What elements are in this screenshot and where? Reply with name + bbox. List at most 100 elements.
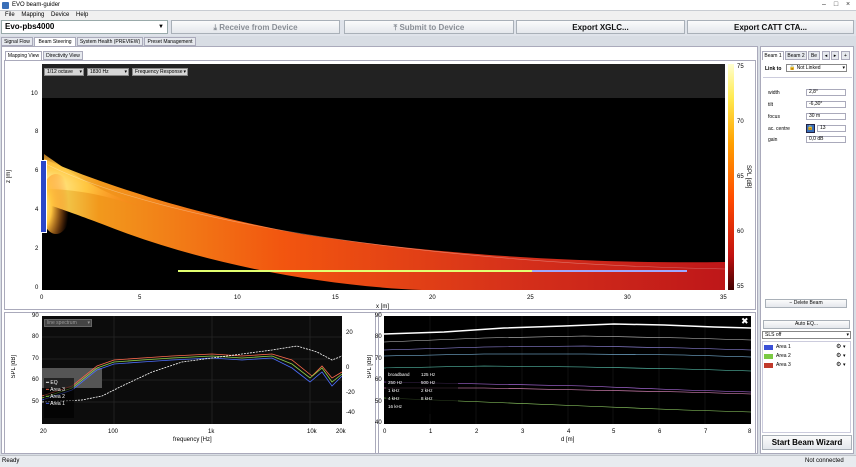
- receive-button[interactable]: ⤓ Receive from Device: [171, 20, 340, 34]
- list-item[interactable]: Area 3 ⚙ ▾: [764, 362, 850, 370]
- tilt-field[interactable]: -6,30°: [806, 101, 846, 108]
- gain-field[interactable]: 0,0 dB: [806, 136, 846, 143]
- list-item[interactable]: Area 1 ⚙ ▾: [764, 344, 850, 352]
- chevron-down-icon: ▾: [79, 69, 82, 75]
- legend-label: Area 2: [50, 394, 65, 400]
- gear-icon[interactable]: ⚙: [836, 343, 841, 350]
- legend-label: Area 1: [50, 401, 65, 407]
- y-tick: 90: [32, 313, 39, 319]
- legend-item: 16 kHz: [388, 403, 421, 411]
- spectrum-mode-select[interactable]: line spectrum ▾: [44, 319, 92, 327]
- legend-label: broadband: [388, 372, 410, 377]
- tab-mapping-view[interactable]: Mapping View: [5, 51, 42, 60]
- y-tick: 0: [35, 285, 39, 291]
- link-select[interactable]: 🔒 Not Linked ▾: [786, 64, 847, 72]
- receive-label: Receive from Device: [219, 23, 298, 32]
- export-xglc-button[interactable]: Export XGLC...: [516, 20, 685, 34]
- chevron-down-icon[interactable]: ▾: [843, 353, 846, 359]
- mapping-ylabel: z [m]: [6, 170, 12, 183]
- chevron-down-icon[interactable]: ▾: [843, 344, 846, 350]
- tab-directivity-view[interactable]: Directivity View: [43, 51, 83, 60]
- tab-beam-2[interactable]: Beam 2: [785, 51, 807, 60]
- chevron-down-icon[interactable]: ▾: [843, 362, 846, 368]
- spectrum-plot[interactable]: [42, 316, 342, 424]
- list-item[interactable]: Area 2 ⚙ ▾: [764, 353, 850, 361]
- chevron-down-icon: ▾: [87, 320, 90, 326]
- focus-field[interactable]: 30 m: [806, 113, 846, 120]
- frequency-select[interactable]: 1830 Hz ▾: [87, 68, 129, 76]
- mapping-plot[interactable]: [42, 64, 725, 290]
- octave-select[interactable]: 1/12 octave ▾: [44, 68, 84, 76]
- tab-signal-flow[interactable]: Signal Flow: [1, 37, 33, 46]
- tab-scroll-left-icon[interactable]: ◂: [822, 51, 830, 60]
- upload-icon: ⤒: [393, 23, 398, 32]
- menu-file[interactable]: File: [5, 11, 15, 20]
- focus-label: focus: [768, 114, 780, 120]
- chevron-down-icon: ▼: [158, 24, 164, 30]
- auto-eq-button[interactable]: Auto EQ...: [763, 320, 850, 329]
- export-catt-button[interactable]: Export CATT CTA...: [687, 20, 854, 34]
- chevron-down-icon: ▾: [124, 69, 127, 75]
- x-tick: 15: [332, 295, 339, 301]
- legend-label: Area 3: [50, 387, 65, 393]
- download-icon: ⤓: [213, 23, 218, 32]
- tab-scroll-right-icon[interactable]: ▸: [831, 51, 839, 60]
- mapping-xlabel: x [m]: [376, 304, 389, 310]
- colorbar-tick: 55: [737, 284, 744, 290]
- window-title: EVO beam-guider: [12, 2, 61, 8]
- tab-beam-1[interactable]: Beam 1: [762, 51, 784, 60]
- close-icon[interactable]: ×: [842, 1, 854, 9]
- delete-beam-button[interactable]: − Delete Beam: [765, 299, 847, 308]
- legend-item: ━ EQ: [46, 380, 58, 386]
- loudspeaker-array[interactable]: [40, 160, 47, 233]
- gear-icon[interactable]: ⚙: [836, 361, 841, 368]
- tab-beam-3[interactable]: Be: [808, 51, 820, 60]
- legend-item: 2 kHz: [421, 387, 454, 395]
- lock-icon[interactable]: 🔒: [806, 124, 815, 133]
- start-beam-wizard-button[interactable]: Start Beam Wizard: [762, 435, 852, 450]
- mode-select[interactable]: Frequency Response ▾: [132, 68, 188, 76]
- maximize-icon[interactable]: □: [830, 1, 842, 9]
- menu-device[interactable]: Device: [51, 11, 69, 20]
- y-tick: 90: [375, 313, 382, 319]
- colorbar-label: SPL [dB]: [745, 165, 751, 189]
- width-field[interactable]: 2,8°: [806, 89, 846, 96]
- close-icon[interactable]: ✖: [741, 317, 749, 326]
- add-beam-icon[interactable]: +: [841, 51, 850, 60]
- menu-bar: File Mapping Device Help: [0, 11, 856, 20]
- x-tick: 25: [527, 295, 534, 301]
- colorbar-tick: 60: [737, 229, 744, 235]
- device-select[interactable]: Evo-pbs4000 ▼: [1, 20, 168, 34]
- centre-field[interactable]: 13: [817, 125, 846, 132]
- menu-help[interactable]: Help: [76, 11, 88, 20]
- gear-icon[interactable]: ⚙: [836, 352, 841, 359]
- x-tick: 100: [108, 429, 119, 435]
- area-label: Area 1: [776, 344, 791, 350]
- tab-beam-steering[interactable]: Beam Steering: [34, 37, 76, 46]
- y-tick: 2: [35, 246, 39, 252]
- tab-system-health[interactable]: System Health (PREVIEW): [77, 37, 143, 46]
- legend-label: 1 kHz: [388, 388, 400, 393]
- x-tick: 0: [383, 429, 387, 435]
- spectrum-xlabel: frequency [Hz]: [173, 437, 212, 443]
- chevron-down-icon: ▾: [846, 332, 849, 338]
- x-tick: 0: [40, 295, 44, 301]
- lock-icon: 🔒: [789, 65, 796, 71]
- x-tick: 20k: [336, 429, 346, 435]
- y-tick: 10: [31, 91, 38, 97]
- distance-legend: broadband 125 Hz 250 Hz 500 Hz 1 kHz 2 kHz …: [388, 371, 458, 411]
- x-tick: 5: [138, 295, 142, 301]
- sls-select[interactable]: SLS off ▾: [762, 331, 851, 339]
- x-tick: 2: [475, 429, 479, 435]
- device-name: Evo-pbs4000: [5, 22, 55, 31]
- tab-preset-management[interactable]: Preset Management: [144, 37, 196, 46]
- y-tick: 4: [35, 207, 39, 213]
- link-label: Link to: [765, 66, 782, 72]
- menu-mapping[interactable]: Mapping: [21, 11, 44, 20]
- submit-button[interactable]: ⤒ Submit to Device: [344, 20, 514, 34]
- y-tick: 60: [32, 377, 39, 383]
- spectrum-mode-value: line spectrum: [47, 320, 77, 326]
- app-icon: [2, 2, 9, 9]
- x-tick: 10k: [307, 429, 317, 435]
- minimize-icon[interactable]: –: [818, 1, 830, 9]
